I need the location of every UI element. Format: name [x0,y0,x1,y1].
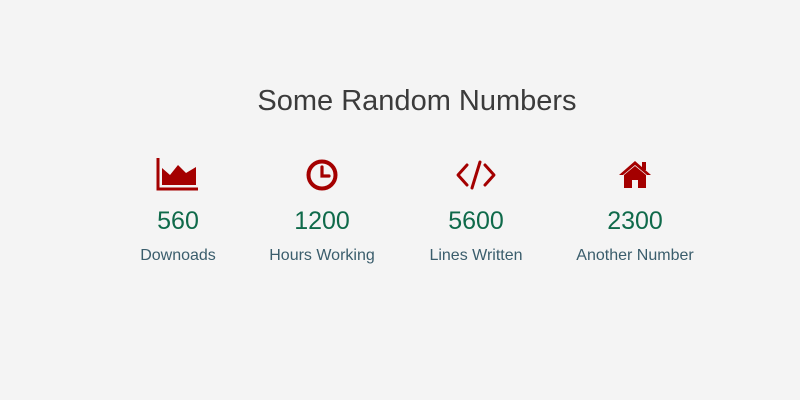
stat-value: 1200 [294,207,350,235]
stat-lines-written: 5600 Lines Written [396,156,556,266]
stat-label: Lines Written [429,247,523,264]
stat-another-number: 2300 Another Number [555,156,715,266]
stat-label: Hours Working [269,247,375,264]
stat-value: 5600 [448,207,504,235]
clock-icon [242,156,402,192]
stat-downloads: 560 Downoads [98,156,258,266]
home-icon [555,156,715,192]
stat-label: Downoads [140,247,216,264]
stat-value: 560 [157,207,199,235]
area-chart-icon [98,156,258,192]
section-title: Some Random Numbers [257,85,577,117]
stats-section: Some Random Numbers 560 Downoads 1200 Ho… [0,0,800,400]
stat-value: 2300 [607,207,663,235]
stat-hours-working: 1200 Hours Working [242,156,402,266]
stat-label: Another Number [576,247,694,264]
code-icon [396,156,556,192]
